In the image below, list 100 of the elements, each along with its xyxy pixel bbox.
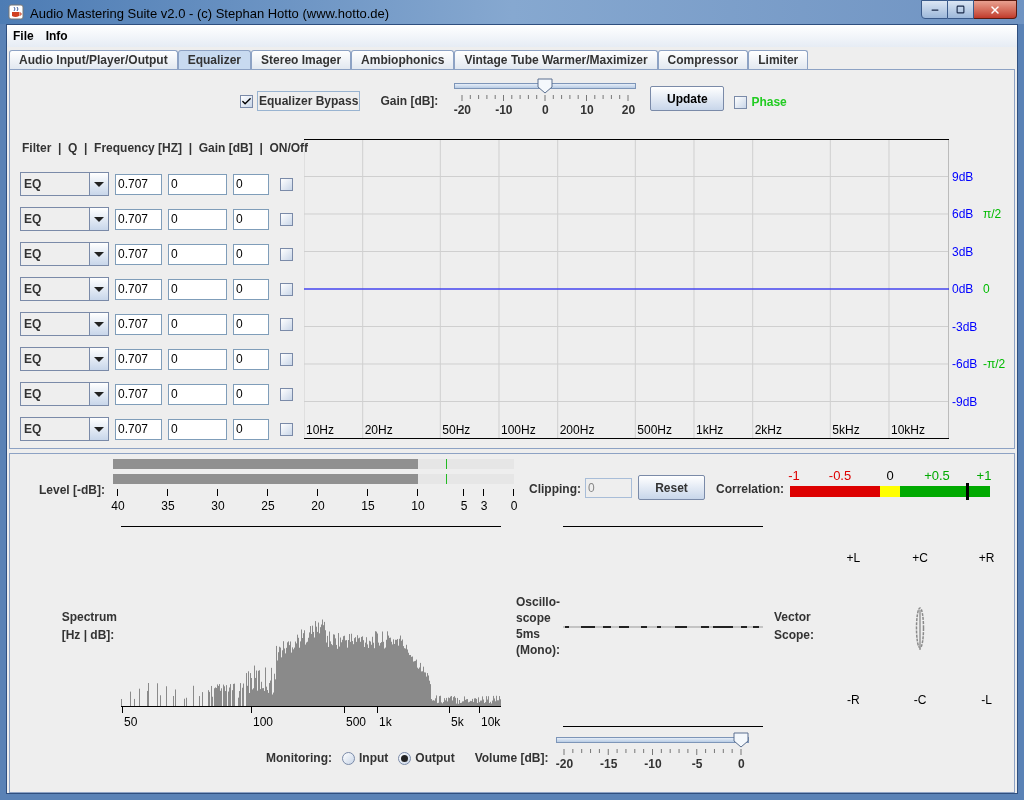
axis-label: 10Hz xyxy=(306,423,334,437)
frequency-field[interactable]: 0 xyxy=(168,313,227,335)
gain-field[interactable]: 0 xyxy=(233,243,269,265)
frequency-field[interactable]: 0 xyxy=(168,418,227,440)
vector-scope-label: Vector Scope: xyxy=(774,609,814,644)
menu-item[interactable]: File xyxy=(13,27,34,45)
volume-slider[interactable] xyxy=(556,732,750,748)
frequency-field[interactable]: 0 xyxy=(168,208,227,230)
tab[interactable]: Limiter xyxy=(748,50,809,69)
q-field[interactable]: 0.707 xyxy=(115,243,162,265)
scale-label: 10 xyxy=(411,498,425,515)
q-field[interactable]: 0.707 xyxy=(115,173,162,195)
filter-type-dropdown[interactable]: EQ xyxy=(20,417,109,441)
scale-label: 0 xyxy=(510,498,518,515)
frequency-field[interactable]: 0 xyxy=(168,348,227,370)
gain-field[interactable]: 0 xyxy=(233,173,269,195)
q-field[interactable]: 0.707 xyxy=(115,278,162,300)
scale-label: 40 xyxy=(111,498,125,515)
radio-button[interactable] xyxy=(342,751,355,765)
frequency-field[interactable]: 0 xyxy=(168,278,227,300)
checkbox[interactable] xyxy=(280,212,293,226)
maximize-button[interactable] xyxy=(948,0,974,19)
menu-item[interactable]: Info xyxy=(45,27,68,45)
scope-label: -R xyxy=(846,692,861,709)
update-button[interactable]: Update xyxy=(650,86,725,111)
q-field[interactable]: 0.707 xyxy=(115,313,162,335)
filter-type-dropdown[interactable]: EQ xyxy=(20,242,109,266)
axis-label: 10kHz xyxy=(891,423,925,437)
checkbox[interactable] xyxy=(280,352,293,366)
axis-label: 50Hz xyxy=(442,423,471,437)
level-label: Level [-dB]: xyxy=(38,482,106,499)
slider-thumb[interactable] xyxy=(537,78,554,94)
filter-type-dropdown[interactable]: EQ xyxy=(20,207,109,231)
correlation-label: Correlation: xyxy=(716,481,784,498)
checkbox[interactable] xyxy=(280,387,293,401)
scope-label: +R xyxy=(977,550,996,567)
slider-label: 0 xyxy=(542,102,549,119)
phase-label: Phase xyxy=(751,94,787,111)
gain-field[interactable]: 0 xyxy=(233,383,269,405)
scale-label: +1 xyxy=(976,469,992,483)
axis-label: 6dB xyxy=(952,207,974,221)
oscilloscope-label: Oscillo- scope 5ms (Mono): xyxy=(516,594,560,658)
spectrum-label: Spectrum [Hz | dB]: xyxy=(61,609,117,644)
axis-label: 9dB xyxy=(952,169,974,184)
scope-label: -L xyxy=(980,692,993,709)
tab[interactable]: Ambiophonics xyxy=(351,50,455,69)
close-button[interactable] xyxy=(974,0,1017,19)
filter-type-dropdown[interactable]: EQ xyxy=(20,347,109,371)
q-field[interactable]: 0.707 xyxy=(115,348,162,370)
window-title: Audio Mastering Suite v2.0 - (c) Stephan Hotto (www.hotto.de) xyxy=(30,5,390,23)
tab[interactable]: Compressor xyxy=(657,50,749,69)
phase-label: -π/2 xyxy=(983,357,1006,371)
filter-type-dropdown[interactable]: EQ xyxy=(20,312,109,336)
frequency-field[interactable]: 0 xyxy=(168,383,227,405)
gain-field[interactable]: 0 xyxy=(233,313,269,335)
q-field[interactable]: 0.707 xyxy=(115,418,162,440)
scale-label: 35 xyxy=(161,498,175,515)
vector-scope-drawing xyxy=(915,606,925,652)
checkbox[interactable] xyxy=(280,422,293,436)
reset-button[interactable]: Reset xyxy=(638,475,705,500)
frequency-field[interactable]: 0 xyxy=(168,173,227,195)
tab[interactable]: Audio Input/Player/Output xyxy=(9,50,178,69)
checkbox[interactable] xyxy=(734,95,748,109)
axis-label: 10k xyxy=(481,715,501,726)
slider-thumb[interactable] xyxy=(733,732,750,748)
checkbox[interactable] xyxy=(280,282,293,296)
axis-label: 1kHz xyxy=(696,423,724,437)
checkbox[interactable] xyxy=(280,247,293,261)
slider-label: -5 xyxy=(691,756,703,773)
filter-type-dropdown[interactable]: EQ xyxy=(20,277,109,301)
caret-icon xyxy=(94,286,104,292)
gain-slider[interactable] xyxy=(454,78,637,94)
tab[interactable]: Equalizer xyxy=(177,50,252,69)
checkbox[interactable] xyxy=(240,94,253,108)
filter-type-dropdown[interactable]: EQ xyxy=(20,172,109,196)
checkbox[interactable] xyxy=(280,177,293,191)
scale-label: 30 xyxy=(211,498,225,515)
clipping-label: Clipping: xyxy=(529,481,581,498)
tab[interactable]: Stereo Imager xyxy=(251,50,352,69)
checkbox[interactable] xyxy=(280,317,293,331)
axis-label: -9dB xyxy=(952,394,978,409)
radio-button[interactable] xyxy=(398,751,412,765)
phase-label: π/2 xyxy=(983,207,1002,221)
slider-label: 20 xyxy=(621,102,636,119)
gain-field[interactable]: 0 xyxy=(233,348,269,370)
axis-label: 0dB xyxy=(952,282,974,296)
axis-label: 100 xyxy=(253,715,274,726)
minimize-button[interactable] xyxy=(921,0,948,19)
scope-label: -C xyxy=(912,692,928,709)
phase-label: 0 xyxy=(983,282,990,296)
caret-icon xyxy=(94,251,104,257)
q-field[interactable]: 0.707 xyxy=(115,208,162,230)
gain-field[interactable]: 0 xyxy=(233,418,269,440)
axis-label: 3dB xyxy=(952,244,974,259)
gain-field[interactable]: 0 xyxy=(233,278,269,300)
q-field[interactable]: 0.707 xyxy=(115,383,162,405)
tab[interactable]: Vintage Tube Warmer/Maximizer xyxy=(454,50,658,69)
frequency-field[interactable]: 0 xyxy=(168,243,227,265)
gain-field[interactable]: 0 xyxy=(233,208,269,230)
filter-type-dropdown[interactable]: EQ xyxy=(20,382,109,406)
